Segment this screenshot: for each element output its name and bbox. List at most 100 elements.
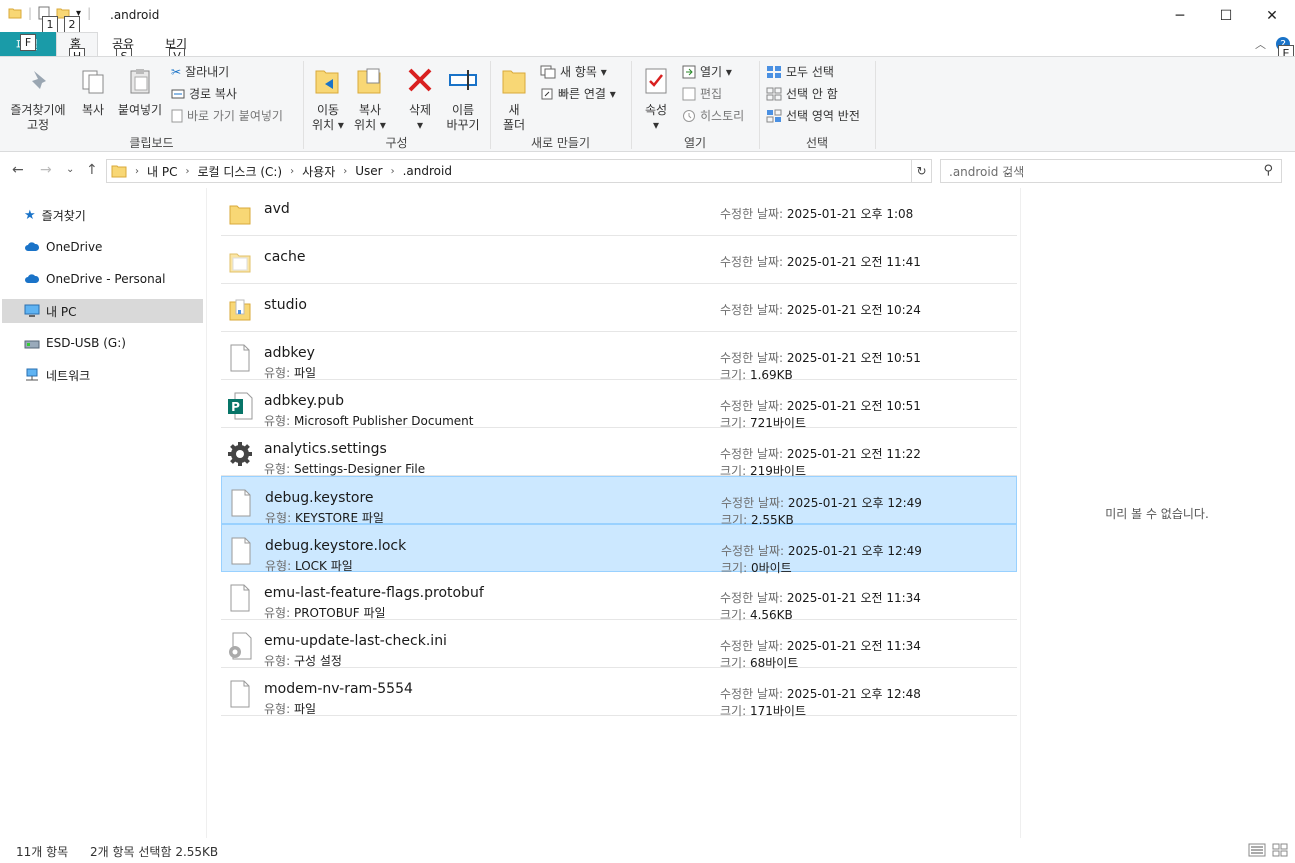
easy-access-button[interactable]: 빠른 연결 ▾ — [540, 85, 616, 102]
forward-arrow-icon[interactable]: → — [40, 162, 52, 178]
list-item-debug-keystore[interactable]: debug.keystore 유형: KEYSTORE 파일 수정한 날짜: 2… — [221, 476, 1017, 527]
back-arrow-icon[interactable]: ← — [12, 162, 24, 178]
copy-path-button[interactable]: 경로 복사 — [171, 85, 237, 102]
breadcrumb-separator-icon[interactable]: › — [343, 166, 347, 177]
invert-selection-button[interactable]: 선택 영역 반전 — [766, 107, 860, 124]
file-icon — [228, 537, 254, 565]
nav-item-network[interactable]: 네트워크 — [2, 363, 203, 387]
search-icon: ⚲ — [1263, 163, 1273, 178]
modified-value: 2025-01-21 오전 10:24 — [786, 303, 921, 317]
history-button[interactable]: 히스토리 — [682, 107, 744, 124]
new-item-icon — [540, 65, 556, 78]
refresh-icon: ↻ — [916, 164, 927, 178]
breadcrumb-separator-icon[interactable]: › — [135, 166, 139, 177]
nav-item-onedrive-personal[interactable]: OneDrive - Personal — [2, 267, 203, 291]
item-count: 11개 항목 — [16, 845, 69, 859]
select-none-button[interactable]: 선택 안 함 — [766, 85, 838, 102]
edit-button[interactable]: 편집 — [682, 85, 722, 102]
properties-button[interactable]: 속성 ▾ — [639, 65, 673, 133]
paste-shortcut-button[interactable]: 바로 가기 붙여넣기 — [171, 107, 283, 124]
pin-to-quick-access-button[interactable]: 즐겨찾기에 고정 — [6, 67, 70, 133]
modified-value: 2025-01-21 오전 10:51 — [786, 351, 921, 365]
file-icon — [231, 537, 251, 565]
new-item-button[interactable]: 새 항목 ▾ — [540, 63, 607, 80]
nav-item-this-pc[interactable]: 내 PC — [2, 299, 203, 323]
breadcrumb-this-pc[interactable]: 내 PC — [147, 163, 177, 180]
type-value: KEYSTORE 파일 — [294, 511, 384, 525]
folder-icon — [8, 8, 22, 19]
file-icon — [230, 584, 250, 612]
maximize-button[interactable]: ☐ — [1203, 0, 1249, 32]
list-item-cache[interactable]: cache 수정한 날짜: 2025-01-21 오전 11:41 — [221, 236, 1017, 284]
search-input[interactable]: .android 검색 ⚲ — [940, 159, 1282, 183]
nav-item-label: OneDrive — [46, 240, 103, 254]
cut-button[interactable]: ✂ 잘라내기 — [171, 63, 229, 80]
file-size: 크기: 171바이트 — [720, 702, 806, 719]
recent-locations-icon[interactable]: ⌄ — [66, 164, 74, 175]
open-button[interactable]: 열기 ▾ — [682, 63, 732, 80]
file-modified: 수정한 날짜: 2025-01-21 오전 11:34 — [720, 589, 921, 606]
refresh-button[interactable]: ↻ — [912, 159, 932, 183]
breadcrumb-android[interactable]: .android — [403, 164, 452, 178]
type-value: 구성 설정 — [293, 654, 342, 668]
type-value: 파일 — [293, 366, 317, 380]
list-item-studio[interactable]: studio 수정한 날짜: 2025-01-21 오전 10:24 — [221, 284, 1017, 332]
breadcrumb-separator-icon[interactable]: › — [391, 166, 395, 177]
list-item-emu-last-feature-flags-protobuf[interactable]: emu-last-feature-flags.protobuf 유형: PROT… — [221, 572, 1017, 622]
copy-button[interactable]: 복사 — [76, 67, 110, 118]
pane-divider[interactable] — [1020, 188, 1021, 838]
list-item-avd[interactable]: avd 수정한 날짜: 2025-01-21 오후 1:08 — [221, 188, 1017, 236]
address-bar[interactable]: › 내 PC › 로컬 디스크 (C:) › 사용자 › User › .and… — [106, 159, 1012, 183]
modified-key: 수정한 날짜: — [720, 639, 784, 653]
publisher-icon: P — [228, 392, 253, 420]
up-arrow-icon[interactable]: ↑ — [86, 162, 98, 178]
file-modified: 수정한 날짜: 2025-01-21 오후 1:08 — [720, 205, 913, 222]
list-item-emu-update-last-check-ini[interactable]: emu-update-last-check.ini 유형: 구성 설정 수정한 … — [221, 620, 1017, 670]
nav-item-usb-drive[interactable]: ESD-USB (G:) — [2, 331, 203, 355]
ribbon-collapse-icon[interactable]: ︿ — [1255, 36, 1266, 52]
file-modified: 수정한 날짜: 2025-01-21 오전 10:24 — [720, 301, 921, 318]
nav-item-quick-access[interactable]: ★ 즐겨찾기 — [2, 203, 203, 227]
move-to-button[interactable]: 이동 위치 ▾ — [310, 65, 346, 133]
nav-item-onedrive[interactable]: OneDrive — [2, 235, 203, 259]
select-all-button[interactable]: 모두 선택 — [766, 63, 834, 80]
file-name: cache — [264, 249, 306, 265]
delete-button[interactable]: 삭제 ▾ — [403, 65, 437, 133]
history-icon — [683, 109, 695, 122]
file-icon — [227, 584, 253, 612]
minimize-button[interactable]: ─ — [1157, 0, 1203, 32]
easy-access-label: 빠른 연결 ▾ — [558, 87, 616, 101]
file-icon — [230, 680, 250, 708]
select-all-label: 모두 선택 — [786, 65, 834, 79]
breadcrumb-local-disk[interactable]: 로컬 디스크 (C:) — [197, 163, 282, 180]
pane-divider[interactable] — [206, 188, 207, 838]
breadcrumb-user[interactable]: User — [355, 164, 382, 178]
close-button[interactable]: ✕ — [1249, 0, 1295, 32]
file-modified: 수정한 날짜: 2025-01-21 오전 10:51 — [720, 349, 921, 366]
breadcrumb-separator-icon[interactable]: › — [290, 166, 294, 177]
list-item-analytics-settings[interactable]: analytics.settings 유형: Settings-Designer… — [221, 428, 1017, 478]
folder-icon — [111, 165, 127, 178]
type-key: 유형: — [264, 654, 291, 668]
paste-button[interactable]: 붙여넣기 — [114, 67, 166, 118]
nav-item-label: OneDrive - Personal — [46, 272, 166, 286]
status-bar: 11개 항목 2개 항목 선택함 2.55KB — [0, 840, 1295, 863]
file-name: debug.keystore — [265, 490, 374, 506]
list-item-adbkey[interactable]: adbkey 유형: 파일 수정한 날짜: 2025-01-21 오전 10:5… — [221, 332, 1017, 382]
details-view-icon[interactable] — [1248, 843, 1266, 857]
nav-item-label: 네트워크 — [46, 368, 91, 383]
breadcrumb-users[interactable]: 사용자 — [302, 163, 335, 180]
move-to-icon — [315, 70, 339, 94]
list-item-modem-nv-ram-5554[interactable]: modem-nv-ram-5554 유형: 파일 수정한 날짜: 2025-01… — [221, 668, 1017, 719]
modified-key: 수정한 날짜: — [720, 447, 784, 461]
rename-button[interactable]: 이름 바꾸기 — [442, 65, 484, 133]
new-folder-button[interactable]: 새 폴더 — [498, 65, 530, 133]
copy-to-button[interactable]: 복사 위치 ▾ — [352, 65, 388, 133]
large-icons-view-icon[interactable] — [1272, 843, 1288, 857]
file-modified: 수정한 날짜: 2025-01-21 오전 11:22 — [720, 445, 921, 462]
list-item-debug-keystore-lock[interactable]: debug.keystore.lock 유형: LOCK 파일 수정한 날짜: … — [221, 524, 1017, 575]
open-icon — [682, 65, 696, 78]
breadcrumb-separator-icon[interactable]: › — [185, 166, 189, 177]
list-item-adbkey-pub[interactable]: P adbkey.pub 유형: Microsoft Publisher Doc… — [221, 380, 1017, 430]
file-icon — [231, 489, 251, 517]
